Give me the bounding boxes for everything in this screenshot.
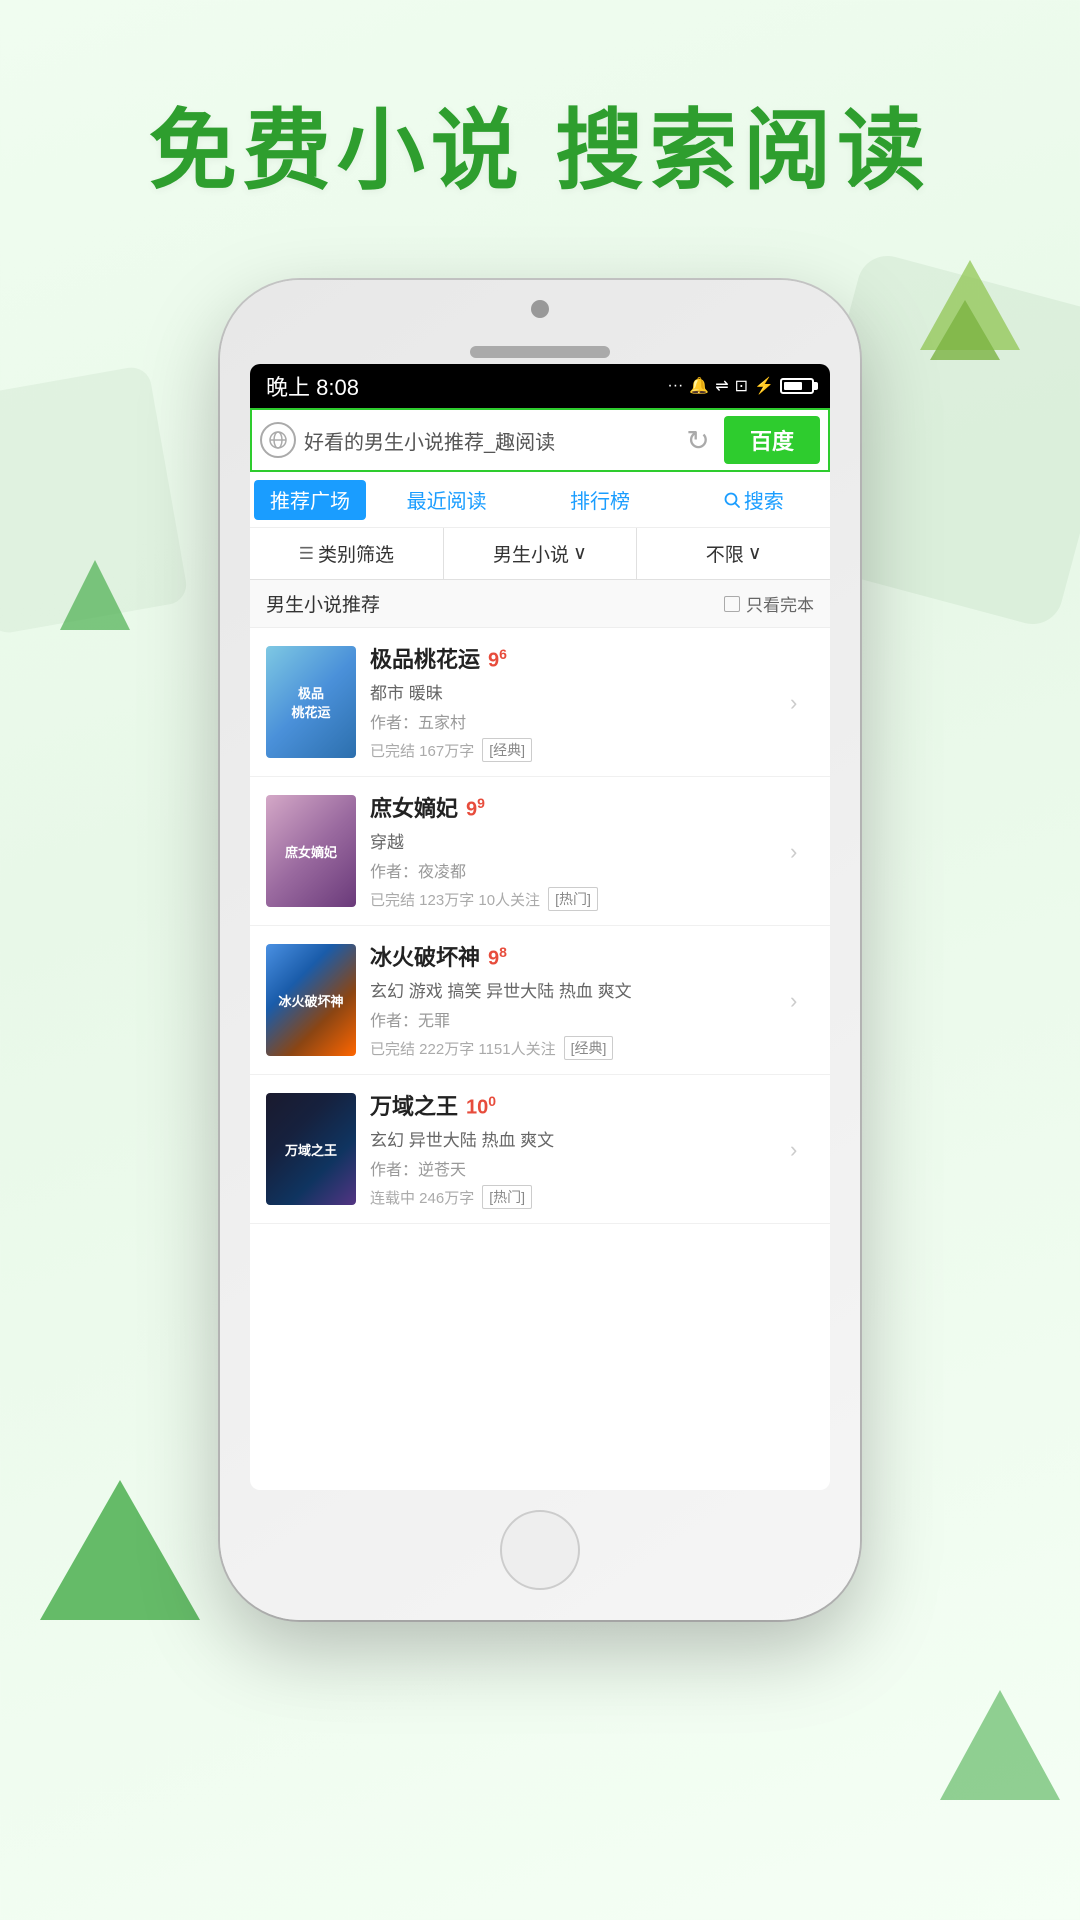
book-list: 极品桃花运 极品桃花运 96 都市 暖昧 作者：五家村 已完结 167万字 [经… — [250, 628, 830, 1490]
status-icons: ··· 🔔 ⇌ ⊡ ⚡ — [667, 376, 814, 396]
book-rating-1: 99 — [466, 795, 485, 822]
book-cover-1: 庶女嫡妃 — [266, 795, 356, 907]
book-meta-1: 已完结 123万字 10人关注 [热门] — [370, 887, 782, 911]
list-icon: ☰ — [299, 544, 314, 564]
book-chevron-1: › — [790, 839, 814, 863]
bg-decoration-2 — [0, 364, 189, 635]
search-tab-icon — [723, 491, 741, 509]
book-rating-2: 98 — [488, 944, 507, 971]
book-cover-2: 冰火破坏神 — [266, 944, 356, 1056]
book-badge-1: [热门] — [548, 887, 598, 911]
complete-only-filter[interactable]: 只看完本 — [724, 591, 814, 616]
book-item[interactable]: 庶女嫡妃 庶女嫡妃 99 穿越 作者：夜凌都 已完结 123万字 10人关注 [… — [250, 777, 830, 926]
book-author-2: 作者：无罪 — [370, 1007, 782, 1031]
filter-genre-btn[interactable]: 男生小说 ∨ — [444, 528, 638, 579]
book-title-0: 极品桃花运 — [370, 642, 480, 674]
book-item[interactable]: 冰火破坏神 冰火破坏神 98 玄幻 游戏 搞笑 异世大陆 热血 爽文 作者：无罪… — [250, 926, 830, 1075]
book-badge-3: [热门] — [482, 1185, 532, 1209]
bg-triangle-4 — [60, 560, 130, 630]
book-chevron-0: › — [790, 690, 814, 714]
status-bar: 晚上 8:08 ··· 🔔 ⇌ ⊡ ⚡ — [250, 364, 830, 408]
phone-body: 晚上 8:08 ··· 🔔 ⇌ ⊡ ⚡ — [220, 280, 860, 1620]
refresh-icon[interactable]: ↻ — [678, 420, 718, 460]
book-cover-text-0: 极品桃花运 — [266, 646, 356, 758]
status-time: 晚上 8:08 — [266, 370, 359, 402]
bg-triangle-small — [930, 300, 1000, 360]
book-rating-3: 100 — [466, 1093, 496, 1120]
book-info-0: 极品桃花运 96 都市 暖昧 作者：五家村 已完结 167万字 [经典] — [370, 642, 782, 762]
tab-ranking[interactable]: 排行榜 — [523, 472, 676, 527]
book-cover-text-2: 冰火破坏神 — [266, 944, 356, 1056]
book-badge-0: [经典] — [482, 738, 532, 762]
book-meta-3: 连载中 246万字 [热门] — [370, 1185, 782, 1209]
book-cover-text-3: 万域之王 — [266, 1093, 356, 1205]
book-meta-0: 已完结 167万字 [经典] — [370, 738, 782, 762]
chevron-limit: ∨ — [748, 542, 762, 565]
book-item[interactable]: 极品桃花运 极品桃花运 96 都市 暖昧 作者：五家村 已完结 167万字 [经… — [250, 628, 830, 777]
book-rating-0: 96 — [488, 646, 507, 673]
phone-camera — [531, 300, 549, 318]
book-badge-2: [经典] — [564, 1036, 614, 1060]
phone-speaker — [470, 346, 610, 358]
book-chevron-2: › — [790, 988, 814, 1012]
search-bar[interactable]: 好看的男生小说推荐_趣阅读 ↻ 百度 — [250, 408, 830, 472]
book-title-row-3: 万域之王 100 — [370, 1089, 782, 1121]
phone-screen: 晚上 8:08 ··· 🔔 ⇌ ⊡ ⚡ — [250, 364, 830, 1490]
book-title-3: 万域之王 — [370, 1089, 458, 1121]
phone-mockup: 晚上 8:08 ··· 🔔 ⇌ ⊡ ⚡ — [220, 280, 860, 1620]
book-author-1: 作者：夜凌都 — [370, 858, 782, 882]
signal-icon: ··· — [667, 377, 683, 395]
baidu-button[interactable]: 百度 — [724, 416, 820, 464]
filter-limit-btn[interactable]: 不限 ∨ — [637, 528, 830, 579]
book-title-row-0: 极品桃花运 96 — [370, 642, 782, 674]
book-title-row-1: 庶女嫡妃 99 — [370, 791, 782, 823]
home-button[interactable] — [500, 1510, 580, 1590]
home-bar — [240, 1510, 840, 1600]
book-title-2: 冰火破坏神 — [370, 940, 480, 972]
bg-triangle-3 — [940, 1690, 1060, 1800]
book-tags-3: 玄幻 异世大陆 热血 爽文 — [370, 1126, 782, 1151]
lightning-icon: ⚡ — [754, 376, 774, 396]
filter-category-btn[interactable]: ☰ 类别筛选 — [250, 528, 444, 579]
battery-icon — [780, 378, 814, 394]
book-cover-text-1: 庶女嫡妃 — [266, 795, 356, 907]
book-tags-1: 穿越 — [370, 828, 782, 853]
complete-only-checkbox[interactable] — [724, 596, 740, 612]
data-icon: ⊡ — [735, 376, 748, 396]
tab-recommend[interactable]: 推荐广场 — [254, 480, 366, 520]
tab-search[interactable]: 搜索 — [677, 472, 830, 527]
book-title-row-2: 冰火破坏神 98 — [370, 940, 782, 972]
book-info-1: 庶女嫡妃 99 穿越 作者：夜凌都 已完结 123万字 10人关注 [热门] — [370, 791, 782, 911]
nav-tabs: 推荐广场 最近阅读 排行榜 搜索 — [250, 472, 830, 528]
bg-triangle-1 — [40, 1480, 200, 1620]
page-headline: 免费小说 搜索阅读 — [0, 80, 1080, 207]
bell-icon: 🔔 — [689, 376, 709, 396]
complete-only-label: 只看完本 — [746, 591, 814, 616]
book-cover-3: 万域之王 — [266, 1093, 356, 1205]
section-header: 男生小说推荐 只看完本 — [250, 580, 830, 628]
book-item[interactable]: 万域之王 万域之王 100 玄幻 异世大陆 热血 爽文 作者：逆苍天 连载中 2… — [250, 1075, 830, 1224]
chevron-genre: ∨ — [573, 542, 587, 565]
battery-fill — [784, 382, 802, 390]
book-cover-0: 极品桃花运 — [266, 646, 356, 758]
section-title: 男生小说推荐 — [266, 590, 380, 617]
wifi-icon: ⇌ — [715, 376, 728, 396]
book-tags-2: 玄幻 游戏 搞笑 异世大陆 热血 爽文 — [370, 977, 782, 1002]
book-title-1: 庶女嫡妃 — [370, 791, 458, 823]
book-author-3: 作者：逆苍天 — [370, 1156, 782, 1180]
globe-icon — [260, 422, 296, 458]
book-info-2: 冰火破坏神 98 玄幻 游戏 搞笑 异世大陆 热血 爽文 作者：无罪 已完结 2… — [370, 940, 782, 1060]
book-meta-2: 已完结 222万字 1151人关注 [经典] — [370, 1036, 782, 1060]
tab-recent[interactable]: 最近阅读 — [370, 472, 523, 527]
book-author-0: 作者：五家村 — [370, 709, 782, 733]
book-tags-0: 都市 暖昧 — [370, 679, 782, 704]
book-chevron-3: › — [790, 1137, 814, 1161]
filter-bar: ☰ 类别筛选 男生小说 ∨ 不限 ∨ — [250, 528, 830, 580]
search-input-text[interactable]: 好看的男生小说推荐_趣阅读 — [304, 426, 672, 455]
book-info-3: 万域之王 100 玄幻 异世大陆 热血 爽文 作者：逆苍天 连载中 246万字 … — [370, 1089, 782, 1209]
